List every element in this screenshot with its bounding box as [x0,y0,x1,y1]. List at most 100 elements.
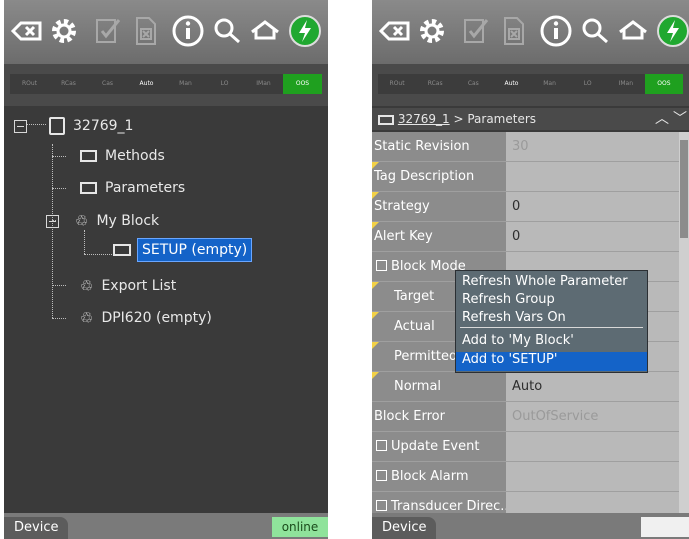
menu-separator [460,327,643,328]
chevron-down-icon[interactable]: ﹀ [673,108,687,130]
device-icon [49,117,65,135]
info-icon[interactable] [171,14,205,48]
param-row[interactable]: Alert Key 0 [372,222,679,252]
delete-document-icon [129,14,163,48]
backspace-icon[interactable] [10,14,44,48]
toolbar [372,0,689,64]
mode-rcas: RCas [427,80,443,87]
param-value [508,462,679,491]
open-folder-icon [378,114,394,125]
mode-rout: ROut [21,80,38,87]
search-icon[interactable] [578,14,612,48]
scrollbar-thumb[interactable] [680,140,688,238]
mode-oos: OOS [644,74,683,94]
param-value: Auto [508,372,679,401]
mode-iman: IMan [618,80,634,87]
mode-man: Man [543,80,556,87]
expand-icon[interactable] [376,500,387,511]
mode-cas: Cas [467,80,479,87]
param-row[interactable]: Block Error OutOfService [372,402,679,432]
collapse-icon[interactable] [376,260,387,271]
search-icon[interactable] [210,14,244,48]
param-row[interactable]: Strategy 0 [372,192,679,222]
menu-item-refresh-whole-parameter[interactable]: Refresh Whole Parameter [462,274,628,289]
context-menu: Refresh Whole Parameter Refresh Group Re… [455,270,648,373]
status-field [641,517,689,537]
user-group-icon: ♲ [80,277,94,295]
online-status: online [272,517,328,537]
device-tab[interactable]: Device [4,517,69,539]
check-document-icon [459,14,493,48]
left-panel: ROut RCas Cas Auto Man LO IMan OOS 32769… [4,0,328,539]
mode-iman: IMan [256,80,271,87]
power-status-icon[interactable] [656,14,689,48]
menu-item-add-to-my-block[interactable]: Add to 'My Block' [462,333,574,348]
menu-item-add-to-setup[interactable]: Add to 'SETUP' [462,352,557,367]
tree-item-export-list[interactable]: ♲ Export List [80,277,176,295]
menu-item-refresh-group[interactable]: Refresh Group [462,292,555,307]
toolbar [4,0,328,64]
param-name: Strategy [372,192,506,221]
scrollbar[interactable] [679,132,689,516]
user-group-icon: ♲ [80,309,94,327]
device-tree: 32769_1 Methods Parameters ♲ My Block SE… [4,108,328,513]
param-name: Static Revision [372,132,506,161]
param-value: 0 [508,222,679,251]
info-icon[interactable] [539,14,573,48]
collapse-icon[interactable] [46,214,59,228]
param-name: Tag Description [372,162,506,191]
param-value [508,162,679,191]
mode-cas: Cas [102,80,113,87]
param-value: 0 [508,192,679,221]
check-document-icon [91,14,125,48]
home-icon[interactable] [248,14,282,48]
expand-icon[interactable] [376,440,387,451]
status-bar: Device [372,513,689,539]
param-value [508,432,679,461]
mode-auto: Auto [504,80,519,87]
mode-lo: LO [220,80,229,87]
settings-gear-icon[interactable] [47,14,81,48]
mode-man: Man [179,80,192,87]
expand-icon[interactable] [376,470,387,481]
param-row[interactable]: Tag Description [372,162,679,192]
mode-bar: ROut RCas Cas Auto Man LO IMan OOS [4,64,328,106]
mode-rout: ROut [389,80,405,87]
mode-bar: ROut RCas Cas Auto Man LO IMan OOS [372,64,689,106]
power-status-icon[interactable] [288,14,322,48]
backspace-icon[interactable] [378,14,412,48]
param-value: OutOfService [508,402,679,431]
tree-item-methods[interactable]: Methods [80,148,165,164]
breadcrumb-current: > Parameters [453,112,537,126]
device-tab[interactable]: Device [372,517,437,539]
mode-auto: Auto [139,80,154,87]
breadcrumb: 32769_1 > Parameters ︿ ﹀ [372,108,689,130]
param-name: Alert Key [372,222,506,251]
param-row[interactable]: Update Event [372,432,679,462]
param-name: Update Event [372,432,506,461]
param-row[interactable]: Static Revision 30 [372,132,679,162]
folder-icon [80,150,97,162]
tree-item-parameters[interactable]: Parameters [80,180,185,196]
status-bar: Device online [4,513,328,539]
chevron-up-icon[interactable]: ︿ [655,108,669,130]
tree-item-setup[interactable]: SETUP (empty) [113,238,253,262]
param-row[interactable]: Block Alarm [372,462,679,492]
tree-item-my-block[interactable]: ♲ My Block [46,212,159,230]
mode-oos: OOS [283,74,322,94]
tree-root[interactable]: 32769_1 [14,117,133,135]
user-group-icon: ♲ [75,212,89,230]
param-name: Block Error [372,402,506,431]
breadcrumb-link[interactable]: 32769_1 [398,112,450,126]
mode-rcas: RCas [61,80,76,87]
param-row[interactable]: Normal Auto [372,372,679,402]
collapse-icon[interactable] [14,119,27,133]
delete-document-icon [497,14,531,48]
tree-item-dpi620[interactable]: ♲ DPI620 (empty) [80,309,212,327]
mode-lo: LO [583,80,592,87]
param-name: Normal [372,372,506,401]
home-icon[interactable] [616,14,650,48]
param-name: Block Alarm [372,462,506,491]
menu-item-refresh-vars-on[interactable]: Refresh Vars On [462,310,566,325]
settings-gear-icon[interactable] [415,14,449,48]
